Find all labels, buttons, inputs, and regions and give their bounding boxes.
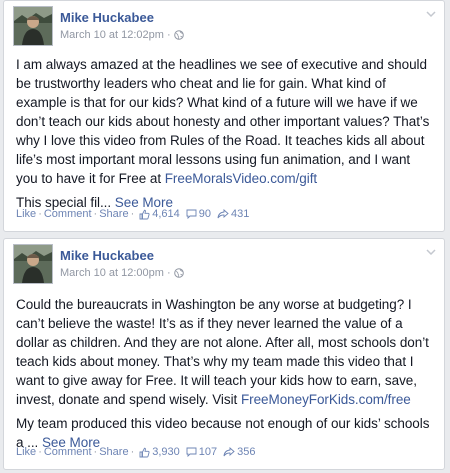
post-text: I am always amazed at the headlines we s… (16, 55, 434, 212)
comment-button[interactable]: Comment (44, 446, 92, 458)
action-separator: · (93, 208, 98, 220)
meta-separator: · (166, 29, 171, 41)
post-header: Mike Huckabee March 10 at 12:02pm · (4, 1, 444, 49)
share-button[interactable]: Share (99, 208, 128, 220)
feed-post: Mike Huckabee March 10 at 12:02pm · I am… (3, 0, 445, 232)
action-separator: · (93, 446, 98, 458)
shares-count-value: 431 (231, 208, 250, 220)
meta-separator: · (166, 267, 171, 279)
comments-count[interactable]: 90 (186, 208, 211, 220)
post-actions: Like · Comment · Share · 3,930 107 356 (16, 446, 256, 458)
comment-button[interactable]: Comment (44, 208, 92, 220)
thumbs-up-icon (139, 209, 150, 219)
action-separator: · (130, 208, 135, 220)
like-button[interactable]: Like (16, 446, 36, 458)
globe-icon[interactable] (173, 30, 184, 40)
share-button[interactable]: Share (99, 446, 128, 458)
post-actions: Like · Comment · Share · 4,614 90 431 (16, 208, 249, 220)
post-text-main: Could the bureaucrats in Washington be a… (16, 297, 429, 407)
avatar-photo (14, 7, 52, 45)
post-text-main: I am always amazed at the headlines we s… (16, 57, 430, 186)
thumbs-up-icon (139, 447, 150, 457)
post-meta: March 10 at 12:00pm · (60, 267, 184, 279)
comment-icon (186, 209, 197, 219)
chevron-down-icon[interactable] (426, 248, 436, 256)
likes-count-value: 3,930 (152, 446, 180, 458)
like-button[interactable]: Like (16, 208, 36, 220)
avatar-photo (14, 245, 52, 283)
post-link[interactable]: FreeMoralsVideo.com/gift (165, 171, 317, 186)
comments-count-value: 107 (198, 446, 218, 458)
post-timestamp[interactable]: March 10 at 12:00pm (60, 267, 164, 279)
action-separator: · (38, 208, 42, 220)
action-separator: · (130, 446, 135, 458)
chevron-down-icon[interactable] (426, 10, 436, 18)
post-header: Mike Huckabee March 10 at 12:00pm · (4, 239, 444, 287)
comments-count[interactable]: 107 (186, 446, 217, 458)
likes-count[interactable]: 4,614 (139, 208, 180, 220)
shares-count[interactable]: 431 (217, 208, 249, 220)
avatar[interactable] (13, 6, 53, 46)
post-paragraph: I am always amazed at the headlines we s… (16, 55, 434, 188)
post-text: Could the bureaucrats in Washington be a… (16, 295, 434, 452)
likes-count[interactable]: 3,930 (139, 446, 180, 458)
post-timestamp[interactable]: March 10 at 12:02pm (60, 29, 164, 41)
post-author-name[interactable]: Mike Huckabee (60, 10, 154, 25)
globe-icon[interactable] (173, 268, 184, 278)
shares-count-value: 356 (237, 446, 256, 458)
post-author-name[interactable]: Mike Huckabee (60, 248, 154, 263)
post-paragraph: Could the bureaucrats in Washington be a… (16, 295, 434, 409)
comment-icon (186, 447, 197, 457)
news-feed: Mike Huckabee March 10 at 12:02pm · I am… (0, 0, 450, 473)
likes-count-value: 4,614 (152, 208, 180, 220)
feed-post: Mike Huckabee March 10 at 12:00pm · Coul… (3, 238, 445, 470)
comments-count-value: 90 (198, 208, 212, 220)
action-separator: · (38, 446, 42, 458)
share-arrow-icon (217, 209, 229, 219)
shares-count[interactable]: 356 (223, 446, 256, 458)
share-arrow-icon (223, 447, 235, 457)
post-meta: March 10 at 12:02pm · (60, 29, 184, 41)
post-link[interactable]: FreeMoneyForKids.com/free (241, 392, 411, 407)
avatar[interactable] (13, 244, 53, 284)
